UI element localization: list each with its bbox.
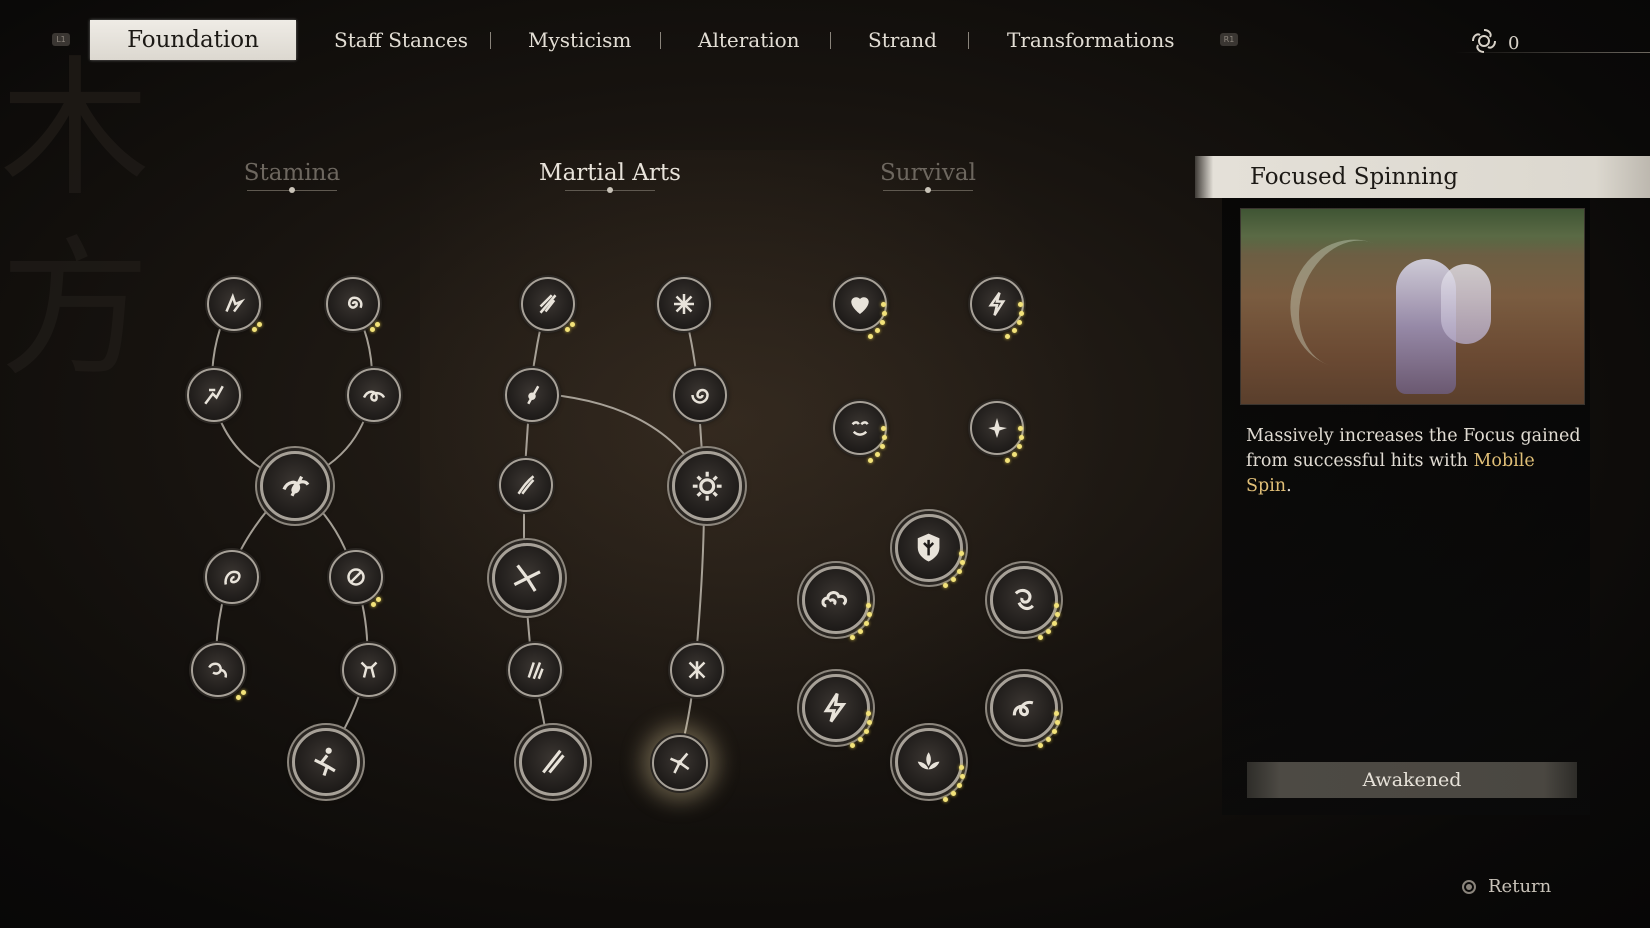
skill-node-stamina-10[interactable] <box>292 728 360 796</box>
shield-icon <box>918 534 940 562</box>
core-stamina-icon <box>282 475 310 497</box>
skill-node-martial-4[interactable] <box>673 368 727 422</box>
r1-hint-icon: R1 <box>1220 33 1238 46</box>
tab-strand[interactable]: Strand <box>868 20 937 60</box>
tab-foundation[interactable]: Foundation <box>90 20 296 60</box>
skill-node-martial-5[interactable] <box>499 458 553 512</box>
lotus-icon <box>918 752 940 770</box>
sparks-icon <box>1470 27 1498 60</box>
title-underline <box>883 187 973 193</box>
skill-node-survival-8[interactable] <box>802 674 870 742</box>
skill-node-stamina-4[interactable] <box>347 368 401 422</box>
dash-icon <box>204 385 224 405</box>
skill-node-martial-2[interactable] <box>657 277 711 331</box>
skill-node-survival-10[interactable] <box>895 728 963 796</box>
tab-divider <box>660 32 661 49</box>
column-title-survival[interactable]: Survival <box>828 160 1028 193</box>
pinwheel-icon <box>513 564 541 592</box>
skill-node-stamina-7[interactable] <box>329 550 383 604</box>
skill-node-stamina-3[interactable] <box>187 368 241 422</box>
skill-node-martial-10[interactable] <box>519 728 587 796</box>
swift-step-icon <box>225 292 246 313</box>
focused-spin-icon <box>670 753 690 774</box>
skill-node-survival-5[interactable] <box>895 514 963 582</box>
skill-title: Focused Spinning <box>1195 156 1650 198</box>
return-button[interactable]: Return <box>1462 876 1551 897</box>
tab-mysticism[interactable]: Mysticism <box>528 20 631 60</box>
tab-divider <box>490 32 491 49</box>
spirit-icon <box>1015 589 1035 611</box>
skill-description: Massively increases the Focus gained fro… <box>1246 426 1581 496</box>
spiral-icon <box>348 296 363 309</box>
skill-node-martial-6[interactable] <box>672 451 742 521</box>
skill-node-martial-1[interactable] <box>521 277 575 331</box>
sparkle-icon <box>988 418 1007 438</box>
tab-transformations[interactable]: Transformations <box>1007 20 1174 60</box>
burst-icon <box>674 294 694 314</box>
return-label: Return <box>1488 876 1552 897</box>
spark-currency: 0 <box>1470 28 1519 58</box>
column-title-label: Stamina <box>243 160 341 186</box>
skill-node-survival-3[interactable] <box>833 401 887 455</box>
lightning-icon <box>988 292 1006 316</box>
tab-staff-stances[interactable]: Staff Stances <box>334 20 468 60</box>
heart-icon <box>851 297 869 314</box>
twin-staff-icon <box>542 750 566 774</box>
tab-divider <box>830 32 831 49</box>
sigh-icon <box>224 570 241 585</box>
l1-hint-icon: L1 <box>52 33 70 46</box>
tiger-icon <box>208 662 228 678</box>
claw-icon <box>527 662 544 680</box>
skill-node-survival-4[interactable] <box>970 401 1024 455</box>
skill-node-stamina-2[interactable] <box>326 277 380 331</box>
skill-node-focused-spinning[interactable] <box>652 735 708 791</box>
currency-value: 0 <box>1508 32 1520 54</box>
skill-node-stamina-8[interactable] <box>191 643 245 697</box>
pin-icon <box>527 385 540 405</box>
top-nav: L1 Foundation Staff Stances Mysticism Al… <box>0 0 1650 80</box>
serpent-icon <box>1013 701 1034 717</box>
title-underline <box>247 187 337 193</box>
skill-node-martial-3[interactable] <box>505 368 559 422</box>
skill-preview-video <box>1240 208 1585 405</box>
skill-node-survival-6[interactable] <box>802 566 870 634</box>
skill-node-survival-1[interactable] <box>833 277 887 331</box>
skill-node-stamina-core[interactable] <box>260 451 330 521</box>
cloud-icon <box>821 591 848 608</box>
skill-node-survival-2[interactable] <box>970 277 1024 331</box>
column-title-martial-arts[interactable]: Martial Arts <box>510 160 710 193</box>
tab-divider <box>968 32 969 49</box>
skill-node-survival-7[interactable] <box>990 566 1058 634</box>
circle-button-icon <box>1462 879 1476 894</box>
tab-alteration[interactable]: Alteration <box>698 20 800 60</box>
skill-node-stamina-1[interactable] <box>207 277 261 331</box>
skill-node-stamina-6[interactable] <box>205 550 259 604</box>
staff-strike-icon <box>539 294 557 314</box>
slash-icon <box>517 475 535 495</box>
column-title-label: Martial Arts <box>539 160 681 186</box>
sun-ring-icon <box>692 471 722 501</box>
column-title-stamina[interactable]: Stamina <box>192 160 392 193</box>
skill-node-martial-9[interactable] <box>670 643 724 697</box>
skill-node-survival-9[interactable] <box>990 674 1058 742</box>
face-icon <box>851 421 869 436</box>
background-calligraphy: 木方 <box>0 43 151 397</box>
cross-spark-icon <box>688 661 706 679</box>
column-title-label: Survival <box>880 160 976 186</box>
awakened-status-button[interactable]: Awakened <box>1247 762 1577 798</box>
thunder-icon <box>823 693 847 723</box>
wave-icon <box>362 390 386 402</box>
swirl-icon <box>347 568 365 586</box>
beast-icon <box>360 661 378 678</box>
skill-node-martial-7[interactable] <box>492 543 562 613</box>
skill-node-stamina-9[interactable] <box>342 643 396 697</box>
title-underline <box>565 187 655 193</box>
leap-icon <box>314 748 337 777</box>
skill-node-martial-8[interactable] <box>508 643 562 697</box>
vortex-icon <box>691 388 709 404</box>
divider <box>1455 52 1650 53</box>
